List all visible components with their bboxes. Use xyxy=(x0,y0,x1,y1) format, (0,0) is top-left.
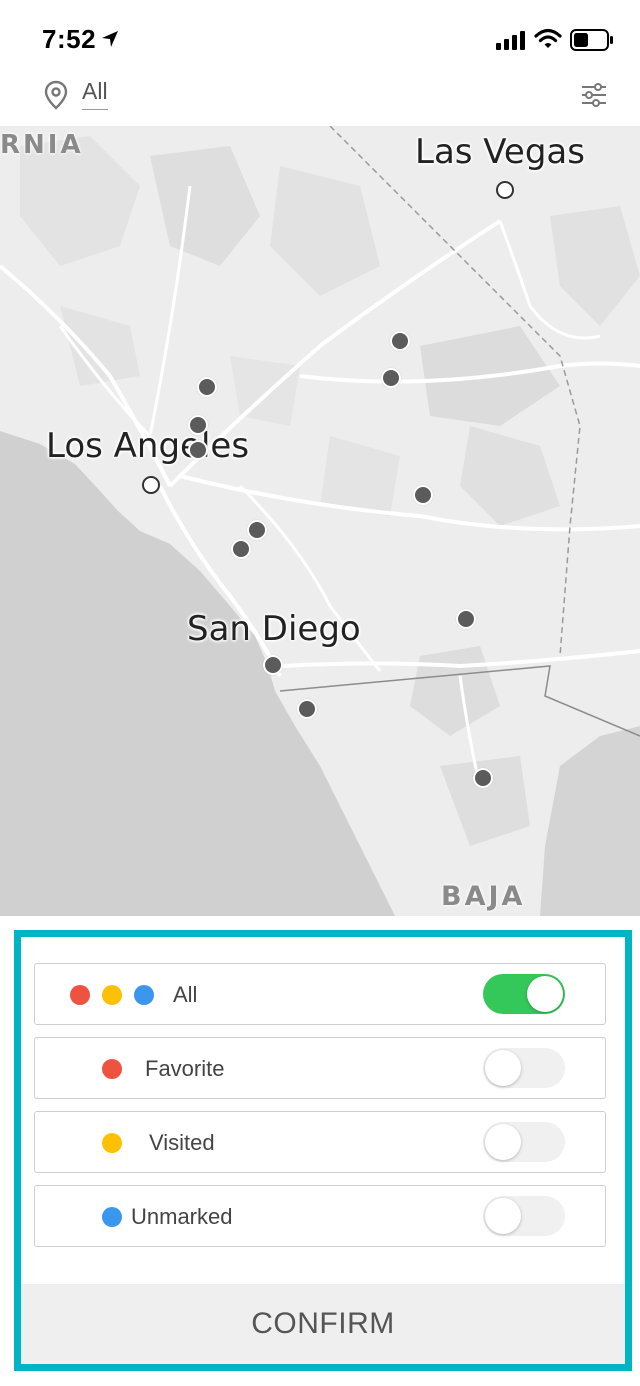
map-city-label-los-angeles: Los Angeles xyxy=(46,426,250,466)
status-time: 7:52 xyxy=(42,24,97,54)
filter-panel: All Favorite Visited Unmarked CONFIRM xyxy=(14,930,632,1371)
blue-dot-icon xyxy=(134,985,154,1005)
filter-label-unmarked: Unmarked xyxy=(131,1204,233,1229)
city-marker-los-angeles xyxy=(142,476,160,494)
filter-row-visited[interactable]: Visited xyxy=(34,1111,606,1173)
map-city-label-san-diego: San Diego xyxy=(187,609,361,649)
toggle-visited[interactable] xyxy=(483,1122,565,1162)
toggle-knob xyxy=(485,1198,521,1234)
place-marker[interactable] xyxy=(390,331,410,351)
place-marker[interactable] xyxy=(197,377,217,397)
red-dot-icon xyxy=(102,1059,122,1079)
filter-row-unmarked[interactable]: Unmarked xyxy=(34,1185,606,1247)
selected-filter-label[interactable]: All xyxy=(82,78,108,110)
map-base xyxy=(0,126,640,916)
place-marker[interactable] xyxy=(263,655,283,675)
place-marker[interactable] xyxy=(231,539,251,559)
battery-icon xyxy=(570,29,613,51)
map-region-label-california: RNIA xyxy=(0,130,84,160)
toggle-knob xyxy=(485,1050,521,1086)
settings-sliders-icon[interactable] xyxy=(580,82,608,108)
filter-row-favorite[interactable]: Favorite xyxy=(34,1037,606,1099)
filter-label-visited: Visited xyxy=(149,1130,215,1155)
status-icons xyxy=(496,26,616,54)
place-marker[interactable] xyxy=(413,485,433,505)
place-marker[interactable] xyxy=(188,415,208,435)
place-marker[interactable] xyxy=(188,440,208,460)
place-marker[interactable] xyxy=(456,609,476,629)
city-marker-las-vegas xyxy=(496,181,514,199)
place-marker[interactable] xyxy=(381,368,401,388)
status-bar: 7:52 xyxy=(0,0,640,78)
yellow-dot-icon xyxy=(102,985,122,1005)
toggle-knob xyxy=(485,1124,521,1160)
yellow-dot-icon xyxy=(102,1133,122,1153)
top-bar: All xyxy=(0,78,640,126)
map-view[interactable]: RNIA Las Vegas Los Angeles San Diego BAJ… xyxy=(0,126,640,916)
map-region-label-baja: BAJA xyxy=(441,881,526,912)
filter-label-all: All xyxy=(173,982,198,1007)
blue-dot-icon xyxy=(102,1207,122,1227)
toggle-favorite[interactable] xyxy=(483,1048,565,1088)
confirm-button[interactable]: CONFIRM xyxy=(21,1284,625,1364)
map-pin-icon xyxy=(44,80,68,110)
confirm-bar: CONFIRM xyxy=(21,1284,625,1364)
filter-row-all[interactable]: All xyxy=(34,963,606,1025)
toggle-all[interactable] xyxy=(483,974,565,1014)
location-arrow-icon xyxy=(102,31,118,47)
toggle-knob xyxy=(527,976,563,1012)
toggle-unmarked[interactable] xyxy=(483,1196,565,1236)
place-marker[interactable] xyxy=(473,768,493,788)
red-dot-icon xyxy=(70,985,90,1005)
place-marker[interactable] xyxy=(297,699,317,719)
cellular-signal-icon xyxy=(496,31,525,50)
filter-list: All Favorite Visited Unmarked xyxy=(34,963,606,1259)
map-city-label-las-vegas: Las Vegas xyxy=(415,132,585,172)
place-marker[interactable] xyxy=(247,520,267,540)
filter-label-favorite: Favorite xyxy=(145,1056,225,1081)
wifi-icon xyxy=(534,28,562,48)
